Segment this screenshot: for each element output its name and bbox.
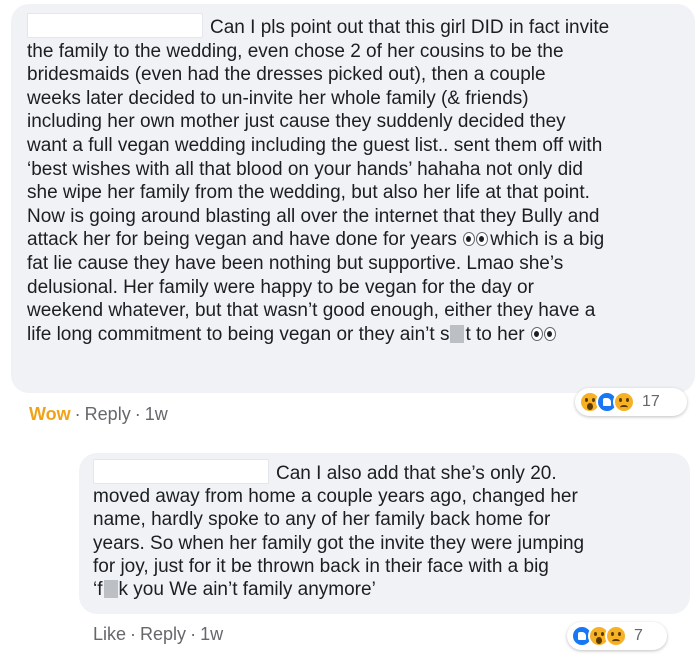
comment-segment: attack her for being vegan and have done…: [27, 229, 457, 251]
comment-line: delusional. Her family were happy to be …: [27, 276, 534, 298]
comment-line: want a full vegan wedding including the …: [27, 134, 603, 156]
separator: ·: [130, 624, 137, 644]
censor-block: [103, 580, 118, 599]
comment-segment: life long commitment to being vegan or t…: [27, 323, 450, 345]
sad-icon: [605, 625, 627, 647]
comment-segment: k you We ain’t family anymore’: [118, 579, 376, 601]
comment-line: fat lie cause they have been nothing but…: [27, 252, 564, 274]
comment-actions: Wow · Reply · 1w: [29, 404, 168, 425]
reply-link[interactable]: Reply: [85, 404, 131, 424]
comment-line: Can I pls point out that this girl DID i…: [210, 17, 610, 38]
eyes-emoji-icon: [463, 232, 489, 247]
comment-segment: t to her: [465, 323, 525, 345]
comment-line: weeks later decided to un-invite her who…: [27, 87, 529, 109]
comment-line: moved away from home a couple years ago,…: [93, 486, 578, 508]
like-link[interactable]: Like: [93, 624, 126, 644]
reaction-summary[interactable]: 17: [575, 388, 687, 416]
separator: ·: [74, 404, 81, 424]
comment-line: life long commitment to being vegan or t…: [27, 323, 609, 347]
comment-line: including her own mother just cause they…: [27, 111, 566, 133]
reply-link[interactable]: Reply: [140, 624, 186, 644]
comment-text: Can I pls point out that this girl DID i…: [27, 16, 609, 346]
comment-line: years. So when her family got the invite…: [93, 532, 585, 554]
comment-age[interactable]: 1w: [145, 404, 168, 424]
sad-icon: [613, 391, 635, 413]
comment-line: ‘f k you We ain’t family anymore’: [93, 578, 584, 601]
comment-line: the family to the wedding, even chose 2 …: [27, 40, 564, 62]
reply-text: Can I also add that she’s only 20. moved…: [93, 462, 584, 601]
comment-line: weekend whatever, but that wasn’t good e…: [27, 300, 596, 322]
reply-actions: Like · Reply · 1w: [93, 624, 223, 645]
comment-segment: ‘f: [93, 579, 103, 601]
wow-reaction-link[interactable]: Wow: [29, 404, 71, 424]
comment-line: Now is going around blasting all over th…: [27, 205, 600, 227]
separator: ·: [190, 624, 197, 644]
comment-line: for joy, just for it be thrown back in t…: [93, 555, 549, 577]
reaction-count: 17: [642, 393, 660, 410]
eyes-emoji-icon: [530, 326, 557, 341]
reaction-summary[interactable]: 7: [567, 622, 667, 650]
comment-segment: which is a big: [490, 229, 605, 251]
comment-line: Can I also add that she’s only 20.: [276, 463, 557, 484]
comment-line: she wipe her family from the wedding, bu…: [27, 182, 590, 204]
reaction-count: 7: [634, 627, 643, 644]
comment-age[interactable]: 1w: [200, 624, 223, 644]
censor-block: [450, 324, 465, 343]
comment-line: bridesmaids (even had the dresses picked…: [27, 64, 546, 86]
separator: ·: [134, 404, 141, 424]
comment-line: attack her for being vegan and have done…: [27, 228, 609, 252]
comment-line: name, hardly spoke to any of her family …: [93, 509, 551, 531]
comment-line: ‘best wishes with all that blood on your…: [27, 158, 583, 180]
